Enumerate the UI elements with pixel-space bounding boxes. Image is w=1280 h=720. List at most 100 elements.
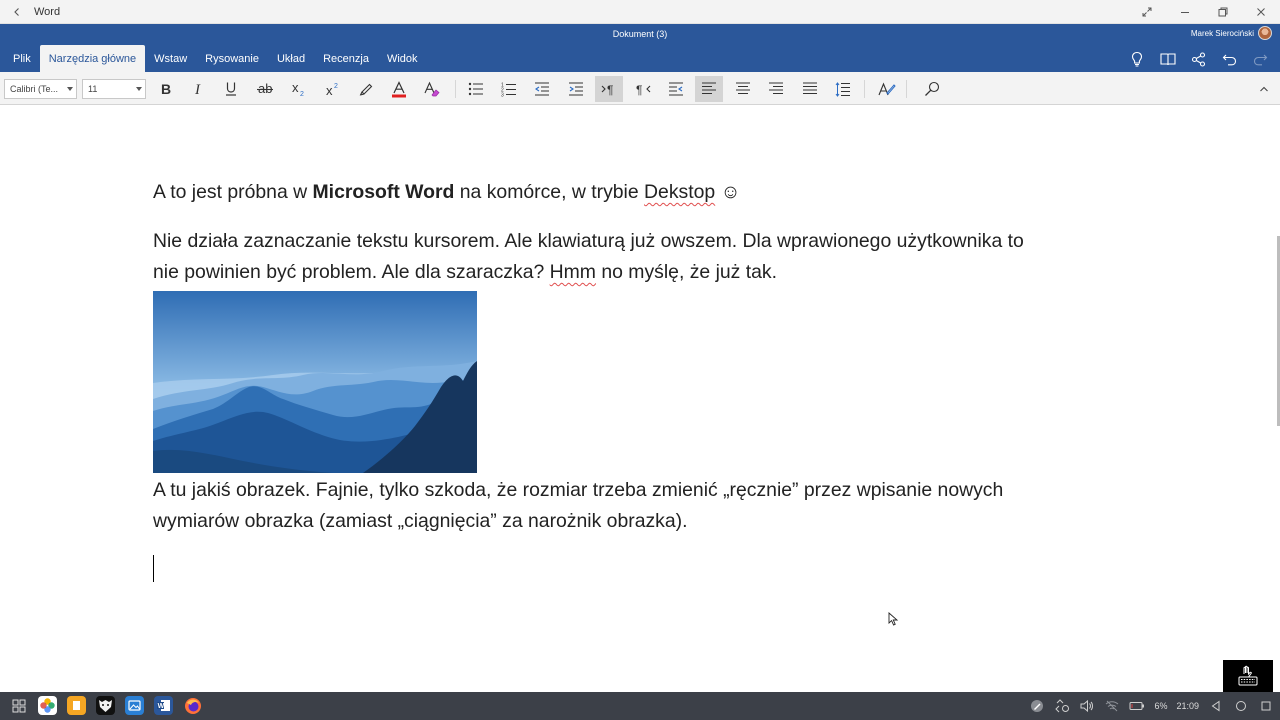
photos-app[interactable] xyxy=(38,696,57,715)
volume-icon xyxy=(1080,699,1094,713)
bold-text-run: Microsoft Word xyxy=(312,181,455,203)
superscript-button[interactable]: x2 xyxy=(319,76,347,102)
highlight-button[interactable] xyxy=(352,76,380,102)
close-button[interactable] xyxy=(1242,0,1280,24)
align-left-button[interactable] xyxy=(695,76,723,102)
lightbulb-icon xyxy=(1131,51,1142,67)
restore-button[interactable] xyxy=(1204,0,1242,24)
fullscreen-button[interactable] xyxy=(1128,0,1166,24)
italic-icon: I xyxy=(194,82,201,96)
svg-text:x: x xyxy=(292,81,299,95)
rtl-paragraph-button[interactable]: ¶ xyxy=(629,76,657,102)
battery-percentage: 6% xyxy=(1154,701,1168,711)
tab-recenzja[interactable]: Recenzja xyxy=(314,45,378,72)
inserted-image[interactable] xyxy=(153,291,477,473)
window-controls xyxy=(1128,0,1280,24)
share-button[interactable] xyxy=(1187,48,1210,70)
gallery-icon xyxy=(128,700,141,711)
pointer-cursor-icon xyxy=(888,612,899,626)
tab-widok[interactable]: Widok xyxy=(378,45,427,72)
nav-back-button[interactable] xyxy=(1208,698,1224,714)
tab-plik[interactable]: Plik xyxy=(4,45,40,72)
chevron-up-icon xyxy=(1260,86,1268,92)
collapse-ribbon-button[interactable] xyxy=(1250,76,1278,102)
font-color-button[interactable] xyxy=(385,76,413,102)
decrease-indent-button[interactable] xyxy=(528,76,556,102)
word-app[interactable]: W xyxy=(154,696,173,715)
files-icon xyxy=(73,701,80,710)
spelling-error-word[interactable]: Dekstop xyxy=(644,181,715,203)
battery-indicator[interactable] xyxy=(1129,698,1145,714)
increase-indent-button[interactable] xyxy=(562,76,590,102)
chevron-down-icon xyxy=(136,87,142,91)
underline-icon xyxy=(226,82,236,96)
taskbar-apps: W xyxy=(9,696,202,715)
clear-formatting-button[interactable] xyxy=(418,76,446,102)
files-app[interactable] xyxy=(67,696,86,715)
find-button[interactable] xyxy=(918,76,946,102)
minimize-button[interactable] xyxy=(1166,0,1204,24)
tab-narzędzia-główne[interactable]: Narzędzia główne xyxy=(39,45,146,72)
gallery-app[interactable] xyxy=(125,696,144,715)
paragraph-1[interactable]: A to jest próbna w Microsoft Word na kom… xyxy=(153,177,740,208)
ltr-paragraph-button[interactable]: ¶ xyxy=(595,76,623,102)
underline-button[interactable] xyxy=(217,76,245,102)
redo-button[interactable] xyxy=(1249,48,1272,70)
bold-button[interactable]: B xyxy=(151,76,179,102)
user-account[interactable]: Marek Sierociński xyxy=(1191,26,1272,40)
nav-home-button[interactable] xyxy=(1233,698,1249,714)
tab-wstaw[interactable]: Wstaw xyxy=(145,45,196,72)
bullets-button[interactable] xyxy=(462,76,490,102)
tab-rysowanie[interactable]: Rysowanie xyxy=(196,45,268,72)
numbering-button[interactable]: 123 xyxy=(495,76,523,102)
tab-układ[interactable]: Układ xyxy=(268,45,314,72)
paragraph-3[interactable]: A tu jakiś obrazek. Fajnie, tylko szkoda… xyxy=(153,475,1003,537)
volume-button[interactable] xyxy=(1079,698,1095,714)
font-name-value: Calibri (Te... xyxy=(10,84,59,94)
strikethrough-icon: ab xyxy=(257,82,273,96)
line-spacing-button[interactable] xyxy=(829,76,857,102)
strikethrough-button[interactable]: ab xyxy=(251,76,279,102)
nav-recents-button[interactable] xyxy=(1258,698,1274,714)
chevron-down-icon xyxy=(67,87,73,91)
browser-app[interactable] xyxy=(96,696,115,715)
wifi-button[interactable] xyxy=(1104,698,1120,714)
clear-formatting-icon xyxy=(424,81,440,97)
spelling-error-word[interactable]: Hmm xyxy=(550,261,596,283)
increase-indent-icon xyxy=(569,82,583,96)
line-spacing-icon xyxy=(835,81,850,97)
restore-icon xyxy=(1218,7,1228,17)
justify-button[interactable] xyxy=(796,76,824,102)
text-run: A to jest próbna w xyxy=(153,181,313,203)
svg-text:W: W xyxy=(158,703,165,710)
styles-button[interactable] xyxy=(873,76,901,102)
paragraph-2[interactable]: Nie działa zaznaczanie tekstu kursorem. … xyxy=(153,226,1024,288)
back-button[interactable] xyxy=(0,0,34,24)
font-name-select[interactable]: Calibri (Te... xyxy=(4,79,77,99)
text-run: nie powinien być problem. Ale dla szarac… xyxy=(153,261,550,283)
align-right-button[interactable] xyxy=(762,76,790,102)
browser-icon xyxy=(99,700,112,712)
font-size-value: 11 xyxy=(88,84,98,94)
document-canvas[interactable]: A to jest próbna w Microsoft Word na kom… xyxy=(0,106,1280,692)
italic-button[interactable]: I xyxy=(184,76,212,102)
svg-text:¶: ¶ xyxy=(636,83,642,96)
rtl-indent-button[interactable] xyxy=(662,76,690,102)
minimize-icon xyxy=(1181,12,1189,13)
home-ribbon: Calibri (Te... 11 B I ab x2 x2 1 2 3 ¶ ¶ xyxy=(0,72,1280,105)
screenshot-button[interactable] xyxy=(1054,698,1070,714)
align-center-button[interactable] xyxy=(729,76,757,102)
subscript-button[interactable]: x2 xyxy=(285,76,313,102)
tell-me-button[interactable] xyxy=(1125,48,1148,70)
ribbon-separator xyxy=(864,80,865,98)
wifi-off-icon xyxy=(1106,700,1119,712)
reading-view-button[interactable] xyxy=(1156,48,1179,70)
highlighter-icon xyxy=(359,83,373,97)
undo-button[interactable] xyxy=(1218,48,1241,70)
stylus-button[interactable] xyxy=(1029,698,1045,714)
font-size-select[interactable]: 11 xyxy=(82,79,146,99)
app-launcher-button[interactable] xyxy=(9,696,28,715)
firefox-app[interactable] xyxy=(183,696,202,715)
show-keyboard-button[interactable] xyxy=(1223,660,1273,692)
keyboard-hand-icon xyxy=(1238,665,1258,686)
